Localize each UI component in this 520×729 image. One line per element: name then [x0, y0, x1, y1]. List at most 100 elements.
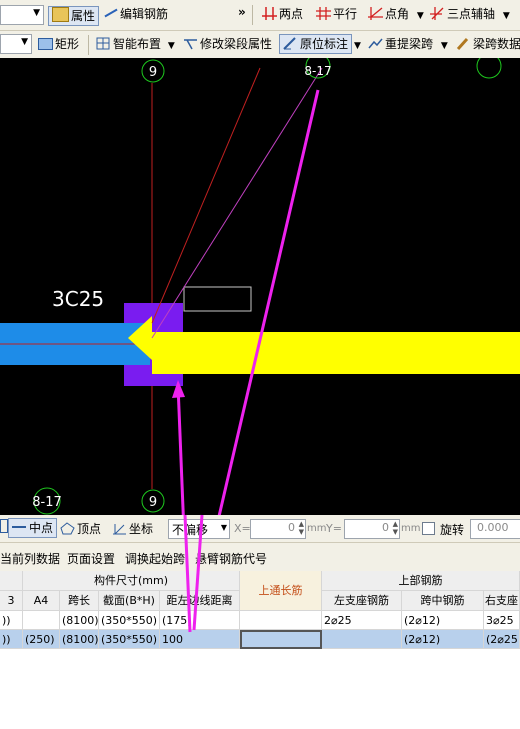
layer-combo[interactable]: ▼ — [0, 5, 44, 25]
header-top-through-rebar[interactable]: 上通长筋 — [240, 571, 322, 611]
snap-left-icon — [0, 519, 8, 533]
brush-icon — [456, 36, 471, 51]
cantilever-code-button[interactable]: 悬臂钢筋代号 — [195, 550, 267, 567]
header-cell-blank — [0, 571, 23, 591]
table-cell[interactable]: (250) — [23, 630, 60, 649]
span-data-copy-button[interactable]: 梁跨数据 — [456, 34, 520, 54]
annotation-icon — [283, 37, 298, 50]
two-points-axis-icon — [262, 6, 277, 20]
chevron-down-icon: ▼ — [354, 41, 361, 51]
table-cell[interactable]: 100 — [160, 630, 240, 649]
rotate-input[interactable]: 0.000 — [470, 519, 520, 539]
header-col-left-support-rebar: 左支座钢筋 — [322, 591, 402, 611]
rotate-label: 旋转 — [440, 523, 465, 537]
table-cell[interactable]: )) — [0, 611, 23, 630]
pencil-icon — [104, 8, 118, 18]
modify-segment-props-button[interactable]: 修改梁段属性 — [183, 34, 272, 54]
in-situ-annotation-button[interactable]: 原位标注 — [279, 34, 353, 54]
toolbar-overflow[interactable]: » — [238, 2, 246, 22]
snap-toolbar: 中点 顶点 坐标 不偏移 ▼ X= 0 ▲ ▼ mm Y= 0 ▲ ▼ mm 旋转 … — [0, 515, 520, 543]
table-cell[interactable]: (175) — [160, 611, 240, 630]
table-cell[interactable] — [322, 630, 402, 649]
x-input[interactable]: 0 ▲ ▼ — [250, 519, 306, 539]
chevron-down-icon[interactable]: ▼ — [503, 11, 510, 21]
vertex-icon — [60, 521, 75, 535]
table-cell[interactable] — [23, 611, 60, 630]
header-group-top-rebar: 上部钢筋 — [322, 571, 520, 591]
table-cell[interactable]: (2⌀12) — [402, 611, 484, 630]
smart-layout-button[interactable]: 智能布置 ▼ — [96, 34, 175, 54]
header-col-section: 截面(B*H) — [99, 591, 160, 611]
snap-left-partial[interactable] — [0, 519, 8, 539]
top-through-active-cell[interactable] — [240, 630, 322, 649]
table-cell[interactable]: (2⌀25 — [484, 630, 520, 649]
header-group-component-size: 构件尺寸(mm) — [23, 571, 240, 591]
point-angle-icon — [368, 6, 383, 20]
midpoint-snap-button[interactable]: 中点 — [8, 518, 58, 538]
x-label: X= — [234, 522, 251, 535]
offset-mode-select[interactable]: 不偏移 ▼ — [168, 519, 230, 539]
toolbar-row-2: ▼ 矩形 智能布置 ▼ 修改梁段属性 原位标注 ▼ 重提梁跨 ▼ 梁跨数据 — [0, 31, 520, 59]
re-extract-span-button[interactable]: 重提梁跨 ▼ — [368, 34, 448, 54]
adjust-start-span-button[interactable]: 调换起始跨 — [125, 550, 185, 567]
table-cell[interactable] — [240, 611, 322, 630]
header-col-a4: A4 — [23, 591, 60, 611]
point-angle-button[interactable]: 点角 ▼ — [368, 4, 424, 24]
table-cell[interactable]: (8100) — [60, 630, 99, 649]
table-cell[interactable]: 2⌀25 — [322, 611, 402, 630]
table-cell[interactable]: (350*550) — [99, 611, 160, 630]
header-col-right-support: 右支座 — [484, 591, 520, 611]
edit-rebar-button[interactable]: 编辑钢筋 — [104, 4, 168, 24]
spinner-icon[interactable]: ▲ ▼ — [299, 520, 304, 536]
in-situ-dropdown[interactable]: ▼ — [354, 34, 361, 54]
chevron-down-icon[interactable]: ▼ — [168, 41, 175, 51]
smart-layout-icon — [96, 36, 111, 50]
page-setup-button[interactable]: 页面设置 — [67, 550, 115, 567]
annotation-input-box[interactable] — [183, 286, 252, 312]
spinner-icon[interactable]: ▲ ▼ — [393, 520, 398, 536]
vertex-snap-button[interactable]: 顶点 — [60, 519, 101, 539]
table-cell[interactable]: (8100) — [60, 611, 99, 630]
coordinate-snap-button[interactable]: 坐标 — [112, 519, 153, 539]
chevron-down-icon[interactable]: ▼ — [441, 41, 448, 51]
two-points-button[interactable]: 两点 — [262, 4, 303, 24]
parallel-axis-icon — [316, 6, 331, 20]
leader-line-magenta — [151, 67, 323, 339]
table-cell[interactable]: 3⌀25 — [484, 611, 520, 630]
drawing-svg: 9 8-17 8-17 9 3C25 — [0, 58, 520, 515]
chevron-down-icon: ▼ — [21, 37, 28, 47]
midpoint-icon — [12, 526, 26, 528]
beam-rebar-label: 3C25 — [52, 287, 104, 311]
properties-button[interactable]: 属性 — [48, 6, 100, 26]
table-cell[interactable]: (350*550) — [99, 630, 160, 649]
x-unit: mm — [307, 523, 327, 534]
y-label: Y= — [326, 522, 342, 535]
three-point-axis-button[interactable]: 三点辅轴 ▼ — [430, 4, 510, 24]
axis-label-top-partial: 8-17 — [304, 64, 331, 78]
chevron-down-icon[interactable]: ▼ — [417, 11, 424, 21]
table-cell[interactable]: (2⌀12) — [402, 630, 484, 649]
table-cell[interactable]: )) — [0, 630, 23, 649]
coordinate-icon — [112, 521, 127, 535]
drawing-canvas[interactable]: 9 8-17 8-17 9 3C25 — [0, 58, 520, 515]
separator — [88, 35, 89, 55]
leader-line-red — [151, 67, 261, 324]
edit-segment-icon — [183, 36, 198, 50]
parallel-button[interactable]: 平行 — [316, 4, 357, 24]
header-col-midspan-rebar: 跨中钢筋 — [402, 591, 484, 611]
beam-right — [152, 332, 520, 374]
chevron-down-icon: ▼ — [33, 8, 40, 18]
table-toolbar: 当前列数据 页面设置 调换起始跨 悬臂钢筋代号 — [0, 543, 520, 571]
rotate-checkbox[interactable] — [422, 522, 435, 535]
y-input[interactable]: 0 ▲ ▼ — [344, 519, 400, 539]
axis-label-bottom-9: 9 — [149, 495, 157, 510]
arrow-line-up — [176, 384, 185, 515]
beam-type-combo[interactable]: ▼ — [0, 34, 32, 54]
arrow-line-down — [217, 89, 320, 515]
toolbar-row-1: ▼ 属性 编辑钢筋 » 两点 平行 点角 ▼ 三点辅轴 ▼ — [0, 0, 520, 31]
axis-label-top-9: 9 — [149, 65, 157, 80]
y-unit: mm — [401, 523, 421, 534]
rectangle-button[interactable]: 矩形 — [38, 34, 79, 54]
current-col-data-button[interactable]: 当前列数据 — [0, 550, 60, 567]
chevron-down-icon: ▼ — [220, 523, 227, 532]
